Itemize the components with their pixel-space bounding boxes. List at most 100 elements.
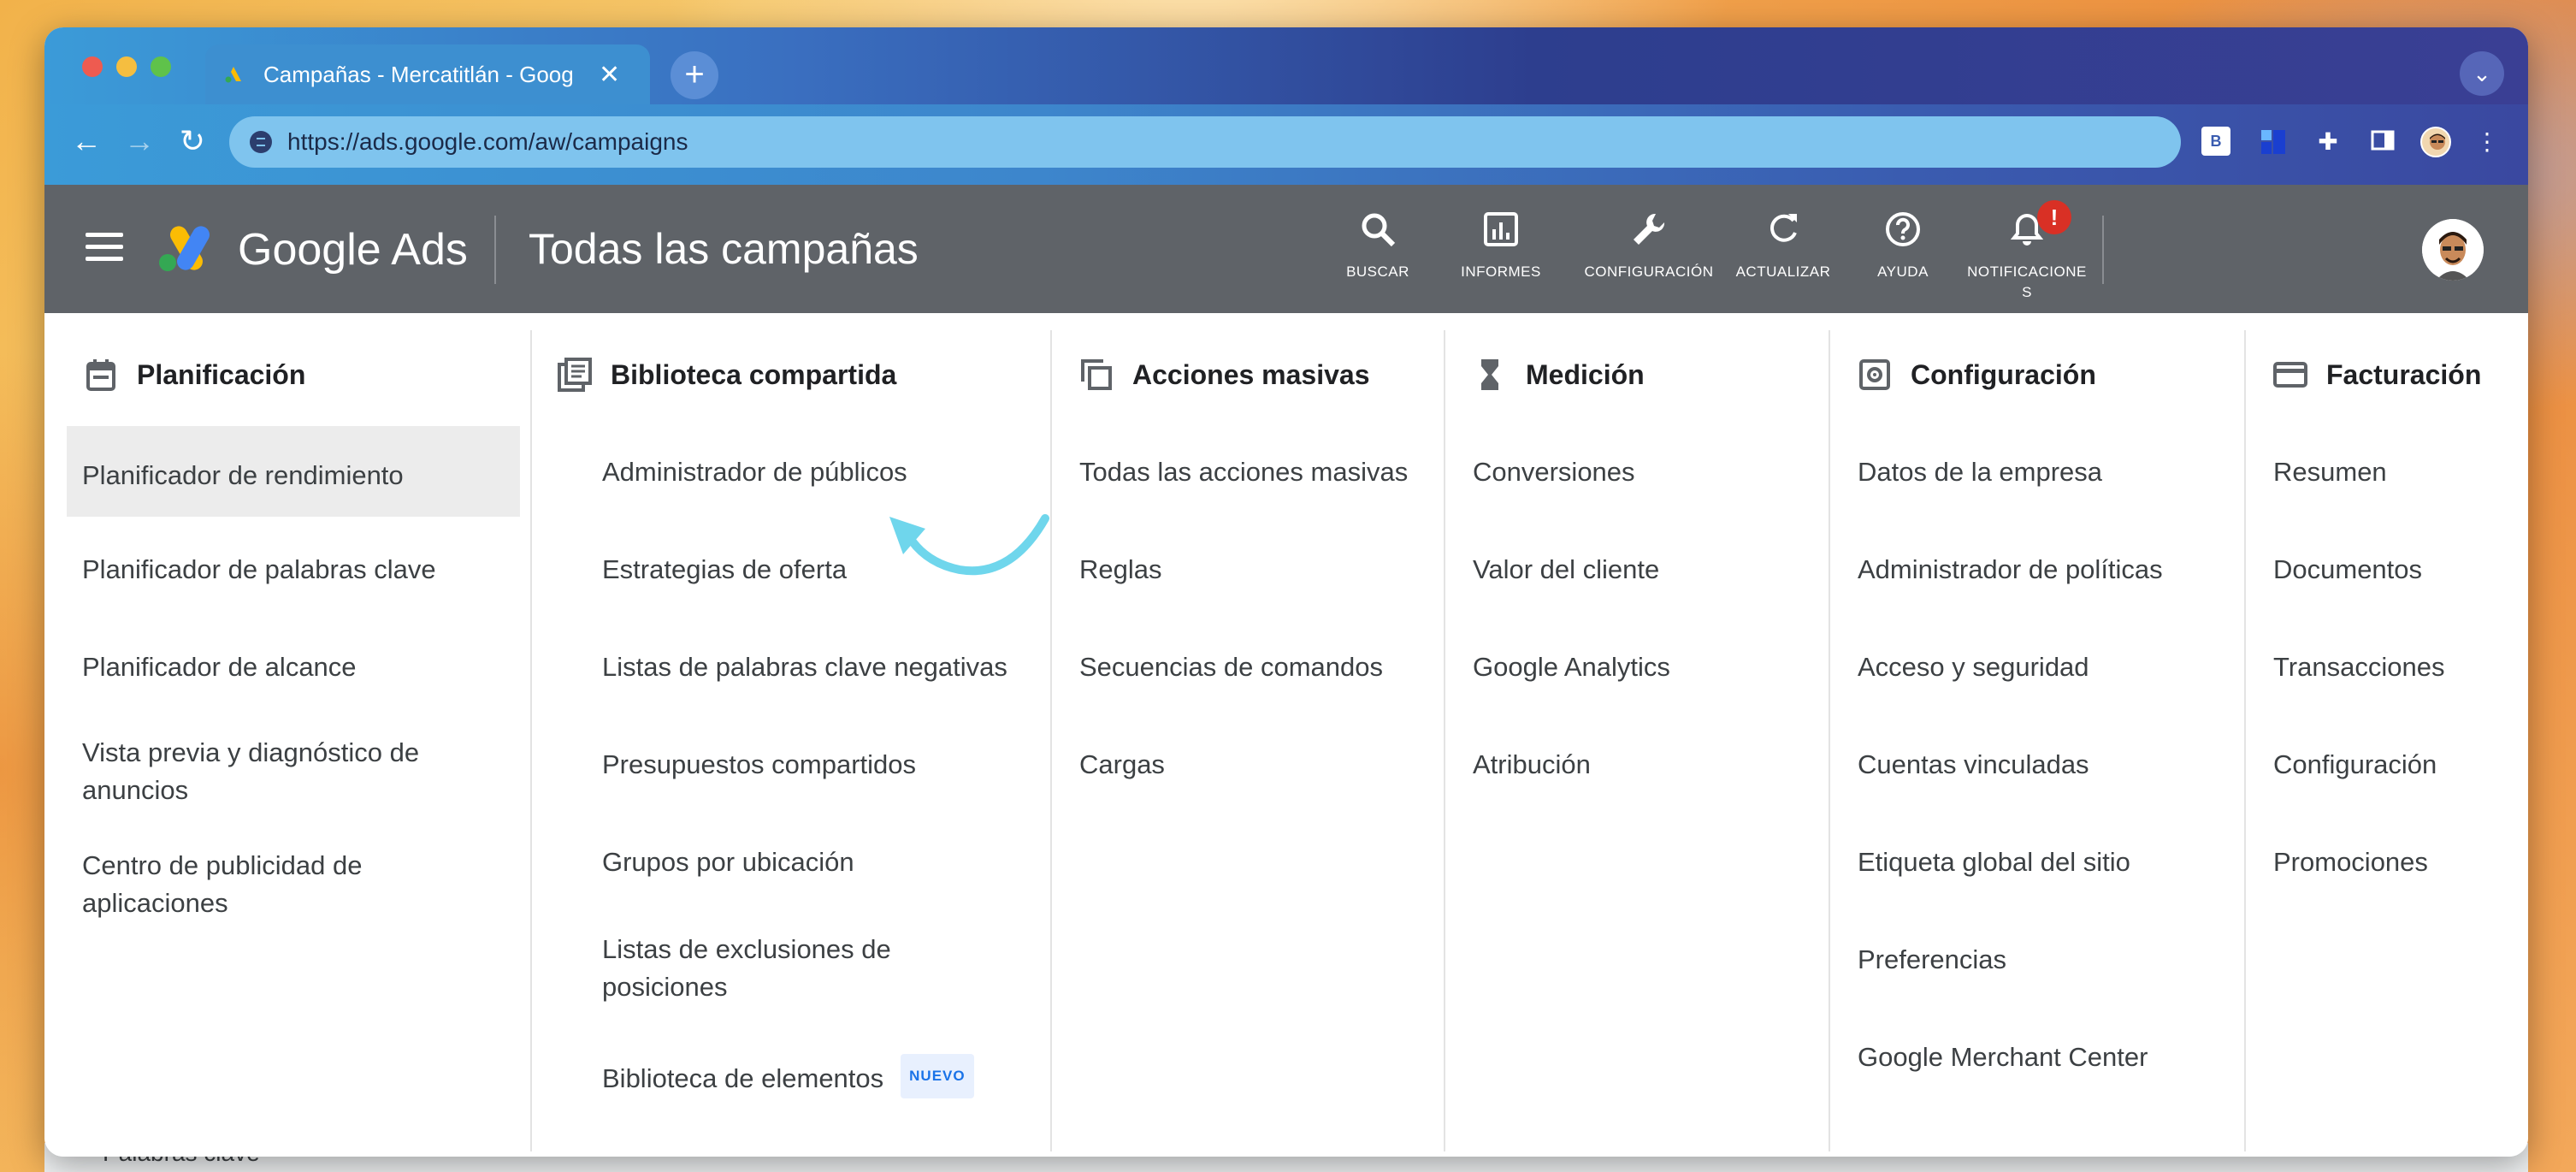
gear-box-icon: [1858, 358, 1892, 392]
menu-item-centro-de-publicidad[interactable]: Centro de publicidad de aplicaciones: [82, 847, 424, 922]
column-title: Facturación: [2326, 358, 2482, 390]
tab-close-icon[interactable]: ✕: [599, 60, 620, 90]
menu-item-todas-las-acciones-masivas[interactable]: Todas las acciones masivas: [1079, 453, 1408, 491]
ads-header: Google Ads Todas las campañas BUSCAR INF…: [44, 185, 2528, 313]
menu-item-cargas[interactable]: Cargas: [1079, 746, 1165, 784]
browser-window: Campañas - Mercatitlán - Goog ✕ + ⌄ ← → …: [44, 27, 2528, 1157]
search-label: BUSCAR: [1346, 263, 1409, 280]
settings-label: CONFIGURACIÓN: [1584, 263, 1714, 280]
hamburger-menu-icon[interactable]: [86, 233, 123, 269]
maximize-window-button[interactable]: [151, 56, 171, 77]
settings-button[interactable]: CONFIGURACIÓN: [1572, 210, 1726, 282]
profile-avatar[interactable]: [2420, 127, 2451, 157]
account-avatar[interactable]: [2422, 219, 2484, 281]
google-ads-favicon-icon: [224, 65, 243, 84]
menu-item-planificador-de-alcance[interactable]: Planificador de alcance: [82, 648, 357, 686]
menu-item-label: Biblioteca de elementos: [602, 1063, 884, 1093]
back-arrow-icon[interactable]: ←: [65, 123, 108, 159]
reports-icon: [1437, 210, 1565, 257]
notifications-button[interactable]: ! NOTIFICACIONE S: [1959, 200, 2095, 303]
menu-item-presupuestos-compartidos[interactable]: Presupuestos compartidos: [602, 746, 916, 784]
menu-item-configuracion-facturacion[interactable]: Configuración: [2273, 746, 2437, 784]
notification-badge: !: [2037, 200, 2071, 234]
menu-item-cuentas-vinculadas[interactable]: Cuentas vinculadas: [1858, 746, 2089, 784]
minimize-window-button[interactable]: [116, 56, 137, 77]
menu-item-administrador-de-politicas[interactable]: Administrador de políticas: [1858, 551, 2163, 589]
column-header-acciones: Acciones masivas: [1079, 358, 1370, 392]
wrench-icon: [1572, 210, 1726, 257]
menu-item-resumen[interactable]: Resumen: [2273, 453, 2387, 491]
column-separator: [2244, 330, 2246, 1151]
menu-item-google-merchant-center[interactable]: Google Merchant Center: [1858, 1039, 2148, 1076]
menu-item-documentos[interactable]: Documentos: [2273, 551, 2422, 589]
extensions-puzzle-icon[interactable]: ✚: [2313, 127, 2343, 157]
menu-item-secuencias-de-comandos[interactable]: Secuencias de comandos: [1079, 648, 1383, 686]
google-ads-logo-icon: [156, 222, 216, 274]
menu-item-transacciones[interactable]: Transacciones: [2273, 648, 2444, 686]
menu-item-datos-de-la-empresa[interactable]: Datos de la empresa: [1858, 453, 2102, 491]
forward-arrow-icon[interactable]: →: [118, 123, 161, 159]
search-button[interactable]: BUSCAR: [1314, 210, 1442, 282]
menu-item-etiqueta-global-del-sitio[interactable]: Etiqueta global del sitio: [1858, 843, 2130, 881]
menu-item-reglas[interactable]: Reglas: [1079, 551, 1162, 589]
menu-item-conversiones[interactable]: Conversiones: [1473, 453, 1635, 491]
menu-item-administrador-de-publicos[interactable]: Administrador de públicos: [602, 453, 907, 491]
menu-item-atribucion[interactable]: Atribución: [1473, 746, 1591, 784]
help-button[interactable]: AYUDA: [1839, 210, 1967, 282]
tab-search-chevron-icon[interactable]: ⌄: [2460, 51, 2504, 96]
menu-item-planificador-de-rendimiento[interactable]: Planificador de rendimiento: [67, 426, 520, 517]
column-header-facturacion: Facturación: [2273, 358, 2481, 392]
menu-item-planificador-de-palabras-clave[interactable]: Planificador de palabras clave: [82, 551, 436, 589]
url-text: https://ads.google.com/aw/campaigns: [287, 128, 688, 155]
notifications-label: NOTIFICACIONE S: [1967, 263, 2087, 300]
menu-item-valor-del-cliente[interactable]: Valor del cliente: [1473, 551, 1659, 589]
reload-icon[interactable]: ↻: [171, 123, 214, 159]
column-facturacion: Facturación Resumen Documentos Transacci…: [2273, 313, 2521, 1157]
new-tab-button[interactable]: +: [671, 51, 718, 99]
menu-item-listas-de-exclusiones[interactable]: Listas de exclusiones de posiciones: [602, 931, 961, 1006]
column-biblioteca-compartida: Biblioteca compartida Administrador de p…: [558, 313, 1037, 1157]
page-title: Todas las campañas: [529, 225, 919, 273]
browser-tab[interactable]: Campañas - Mercatitlán - Goog ✕: [205, 44, 650, 104]
search-icon: [1314, 210, 1442, 257]
menu-item-biblioteca-de-elementos[interactable]: Biblioteca de elementos NUEVO: [602, 1054, 974, 1098]
reports-label: INFORMES: [1461, 263, 1541, 280]
column-separator: [1829, 330, 1830, 1151]
column-separator: [1050, 330, 1052, 1151]
column-header-planificacion: Planificación: [84, 358, 305, 392]
hourglass-icon: [1473, 358, 1507, 392]
browser-toolbar: ← → ↻ https://ads.google.com/aw/campaign…: [44, 104, 2528, 185]
copy-stack-icon: [1079, 358, 1114, 392]
column-configuracion: Configuración Datos de la empresa Admini…: [1858, 313, 2234, 1157]
bell-icon: !: [1959, 200, 2095, 257]
menu-item-listas-de-palabras-clave-negativas[interactable]: Listas de palabras clave negativas: [602, 648, 1007, 686]
help-label: AYUDA: [1877, 263, 1929, 280]
close-window-button[interactable]: [82, 56, 103, 77]
extension-b-icon[interactable]: B: [2201, 127, 2230, 156]
tab-strip: Campañas - Mercatitlán - Goog ✕ + ⌄: [44, 27, 2528, 104]
menu-item-estrategias-de-oferta[interactable]: Estrategias de oferta: [602, 551, 847, 589]
column-separator: [530, 330, 532, 1151]
menu-item-promociones[interactable]: Promociones: [2273, 843, 2428, 881]
site-info-icon[interactable]: [250, 131, 272, 153]
side-panel-icon[interactable]: [2367, 127, 2398, 157]
column-title: Configuración: [1911, 358, 2096, 390]
extension-blocks-icon[interactable]: [2258, 127, 2289, 157]
brand-name: Google Ads: [238, 225, 468, 275]
menu-item-acceso-y-seguridad[interactable]: Acceso y seguridad: [1858, 648, 2089, 686]
menu-item-vista-previa-y-diagnostico[interactable]: Vista previa y diagnóstico de anuncios: [82, 734, 484, 809]
menu-item-grupos-por-ubicacion[interactable]: Grupos por ubicación: [602, 843, 854, 881]
address-bar[interactable]: https://ads.google.com/aw/campaigns: [229, 116, 2181, 168]
header-divider: [494, 216, 496, 284]
tab-title: Campañas - Mercatitlán - Goog: [263, 61, 574, 87]
column-planificacion: Planificación Planificador de rendimient…: [67, 313, 520, 1157]
menu-item-preferencias[interactable]: Preferencias: [1858, 941, 2006, 979]
browser-menu-icon[interactable]: ⋮: [2472, 127, 2502, 157]
column-acciones-masivas: Acciones masivas Todas las acciones masi…: [1079, 313, 1456, 1157]
refresh-icon: [1719, 210, 1847, 257]
calendar-icon: [84, 358, 118, 392]
menu-item-google-analytics[interactable]: Google Analytics: [1473, 648, 1670, 686]
credit-card-icon: [2273, 358, 2307, 392]
reports-button[interactable]: INFORMES: [1437, 210, 1565, 282]
refresh-button[interactable]: ACTUALIZAR: [1719, 210, 1847, 282]
